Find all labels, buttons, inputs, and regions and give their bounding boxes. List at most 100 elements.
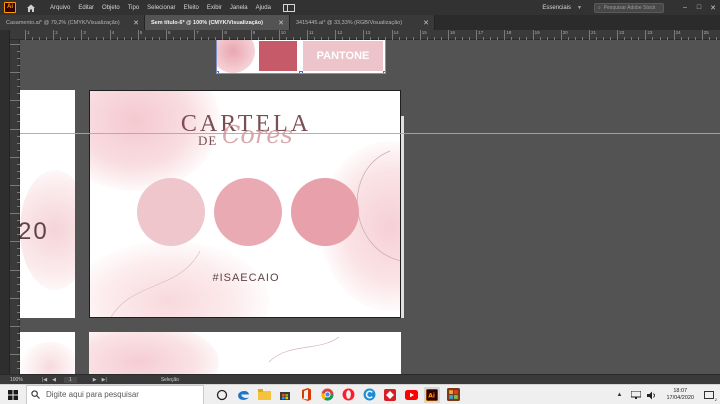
task-view-icon[interactable] — [214, 387, 230, 403]
close-tab-icon[interactable]: ✕ — [278, 19, 284, 27]
horizontal-ruler[interactable]: 1 2 3 4 5 6 7 8 9 10 11 12 13 14 15 16 17 18 19 20 21 22 23 24 2… — [10, 30, 720, 40]
ruler-label: 4 — [111, 30, 115, 35]
file-explorer-icon[interactable] — [256, 387, 272, 403]
tab-label: 3415445.ai* @ 33,33% (RGB/Visualização) — [296, 19, 403, 26]
tab-3415445[interactable]: 3415445.ai* @ 33,33% (RGB/Visualização) … — [290, 15, 435, 30]
close-icon[interactable]: ✕ — [706, 4, 720, 12]
home-icon[interactable] — [26, 3, 36, 13]
ruler-label: 5 — [139, 30, 143, 35]
ruler-tick — [10, 156, 20, 158]
menu-editar[interactable]: Editar — [74, 5, 98, 11]
illustrator-taskbar-icon[interactable]: Ai — [424, 386, 440, 403]
workspace-switcher[interactable]: Essenciais — [542, 5, 571, 11]
tab-label: Sem título-6* @ 100% (CMYK/Visualização) — [151, 19, 263, 26]
tools-panel[interactable] — [0, 30, 10, 374]
menu-janela[interactable]: Janela — [226, 5, 252, 11]
ccleaner-icon[interactable] — [361, 387, 377, 403]
tab-sem-titulo-6[interactable]: Sem título-6* @ 100% (CMYK/Visualização)… — [145, 15, 290, 30]
selection-handle[interactable] — [383, 71, 385, 73]
artboard-number[interactable]: 1 — [64, 376, 77, 383]
minimize-icon[interactable]: – — [678, 4, 692, 11]
youtube-icon[interactable] — [403, 387, 419, 403]
ruler-tick — [363, 30, 365, 40]
close-tab-icon[interactable]: ✕ — [133, 19, 139, 27]
anydesk-icon[interactable] — [382, 387, 398, 403]
ruler-tick — [560, 30, 562, 40]
last-artboard-icon[interactable]: ▶| — [102, 377, 107, 383]
artboard-bottom-partial[interactable] — [89, 332, 401, 374]
arrange-documents-icon[interactable] — [282, 3, 295, 12]
clock[interactable]: 18:07 17/04/2020 — [666, 388, 694, 402]
subtitle-script: Cores — [222, 121, 293, 149]
hashtag-text: #ISAECAIO — [212, 272, 280, 284]
ruler-tick — [10, 297, 20, 299]
swatch-circle-3[interactable] — [291, 178, 359, 246]
ruler-label: 9 — [252, 30, 256, 35]
menu-selecionar[interactable]: Selecionar — [143, 5, 179, 11]
notification-icon[interactable]: 2 — [704, 391, 717, 402]
windows-start-icon[interactable] — [0, 385, 26, 404]
network-icon[interactable] — [628, 387, 644, 403]
tab-casamento[interactable]: Casamento.ai* @ 79,2% (CMYK/Visualização… — [0, 15, 145, 30]
svg-text:Ai: Ai — [428, 392, 435, 399]
artboard-bottom-left-partial[interactable] — [20, 332, 75, 374]
close-tab-icon[interactable]: ✕ — [423, 19, 429, 27]
ruler-tick — [109, 30, 111, 40]
menu-efeito[interactable]: Efeito — [180, 5, 203, 11]
taskbar-search[interactable]: Digite aqui para pesquisar — [26, 384, 204, 404]
opera-icon[interactable] — [340, 387, 356, 403]
clock-time: 18:07 — [673, 388, 688, 394]
swatch-circle-1[interactable] — [137, 178, 205, 246]
current-tool[interactable]: Seleção — [161, 377, 179, 383]
ruler-tick — [10, 326, 20, 327]
ruler-tick — [701, 30, 703, 40]
zoom-level[interactable]: 100% — [0, 377, 34, 383]
system-tray: ▲ 18:07 17/04/2020 2 — [617, 385, 720, 404]
pantone-label: PANTONE — [316, 50, 370, 62]
adobe-stock-search[interactable]: ⌕ Pesquisar Adobe Stock — [594, 2, 664, 13]
menu-bar: Ai Arquivo Editar Objeto Tipo Selecionar… — [0, 0, 720, 15]
artboard-nav: |◀ ◀ — [42, 377, 56, 383]
ruler-tick — [10, 213, 20, 215]
next-artboard-icon[interactable]: ▶ — [93, 377, 97, 383]
chrome-icon[interactable] — [319, 387, 335, 403]
guide-line[interactable] — [20, 133, 720, 134]
menu-objeto[interactable]: Objeto — [98, 5, 124, 11]
artboard-top-partial[interactable]: PANTONE — [216, 40, 386, 74]
menu-ajuda[interactable]: Ajuda — [252, 5, 275, 11]
maximize-icon[interactable]: □ — [692, 4, 706, 11]
ruler-label: 7 — [196, 30, 199, 35]
vertical-ruler[interactable] — [10, 40, 20, 377]
chevron-up-icon[interactable]: ▲ — [617, 392, 623, 398]
menu-arquivo[interactable]: Arquivo — [46, 5, 74, 11]
volume-icon[interactable] — [644, 387, 660, 403]
ruler-tick — [673, 30, 675, 40]
ruler-tick — [10, 44, 20, 45]
ruler-label: 19 — [534, 30, 540, 35]
ruler-tick — [589, 30, 590, 40]
windows-taskbar: Digite aqui para pesquisar Ai ▲ 18:07 17… — [0, 384, 720, 404]
artboard-nav: ▶ ▶| — [93, 377, 107, 383]
menu-right-group: Essenciais ▼ ⌕ Pesquisar Adobe Stock – □… — [542, 0, 720, 15]
swatch-circle-2[interactable] — [214, 178, 282, 246]
chevron-down-icon[interactable]: ▼ — [577, 5, 582, 11]
menu-exibir[interactable]: Exibir — [203, 5, 226, 11]
ruler-tick — [166, 30, 167, 40]
canvas-area[interactable]: PANTONE 20 CARTELA DE Cores #ISAECAIO — [20, 40, 720, 374]
ruler-tick — [10, 241, 20, 243]
selection-handle[interactable] — [299, 71, 303, 73]
first-artboard-icon[interactable]: |◀ — [42, 377, 47, 383]
office-icon[interactable] — [298, 387, 314, 403]
artboard-left-partial[interactable]: 20 — [20, 90, 75, 318]
prev-artboard-icon[interactable]: ◀ — [52, 377, 56, 383]
search-placeholder: Pesquisar Adobe Stock — [603, 4, 656, 11]
edge-icon[interactable] — [235, 387, 251, 403]
selection-handle[interactable] — [217, 71, 219, 73]
menu-tipo[interactable]: Tipo — [124, 5, 143, 11]
ruler-label: 20 — [562, 30, 568, 35]
store-icon[interactable] — [277, 387, 293, 403]
games-icon[interactable] — [445, 387, 461, 403]
artboard-cartela[interactable]: CARTELA DE Cores #ISAECAIO — [89, 90, 401, 318]
color-swatches — [137, 178, 359, 246]
ruler-label: 6 — [168, 30, 171, 35]
